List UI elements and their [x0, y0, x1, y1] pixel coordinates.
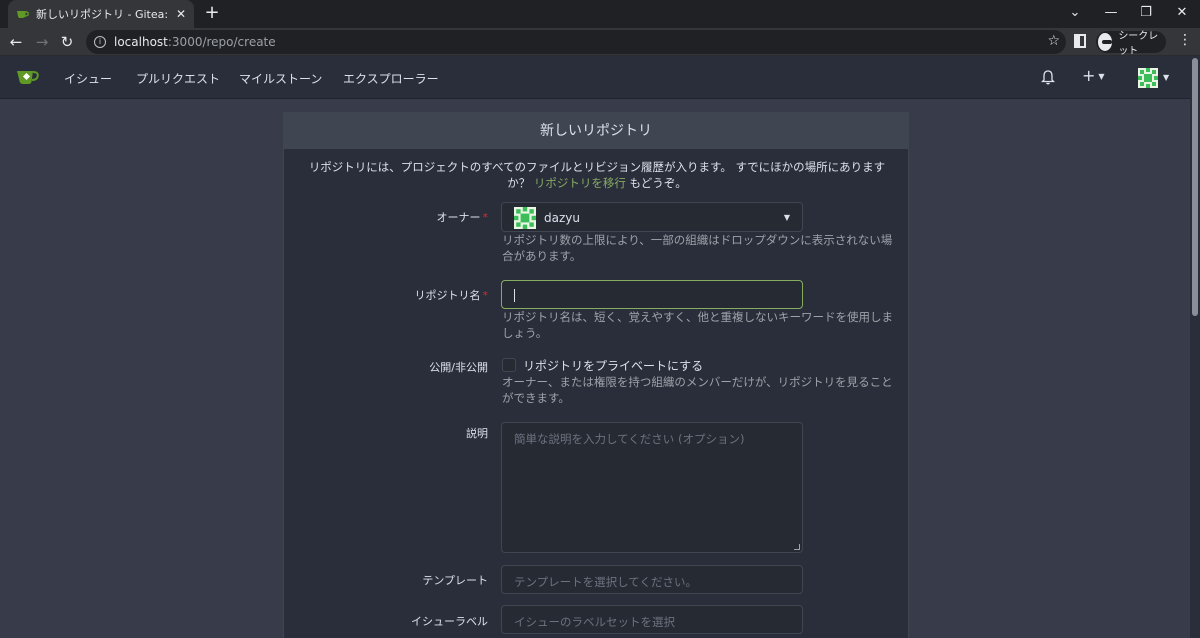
- resize-handle-icon[interactable]: [794, 544, 800, 550]
- browser-tab[interactable]: 新しいリポジトリ - Gitea: Git with a ✕: [8, 0, 194, 28]
- visibility-hint: オーナー、または権限を持つ組織のメンバーだけが、リポジトリを見ることができます。: [502, 375, 893, 405]
- side-panel-icon[interactable]: [1074, 34, 1086, 48]
- scrollbar-thumb[interactable]: [1192, 58, 1198, 316]
- description-textarea[interactable]: 簡単な説明を入力してください (オプション): [501, 422, 803, 553]
- form-intro: リポジトリには、プロジェクトのすべてのファイルとリビジョン履歴が入ります。 すで…: [298, 159, 896, 191]
- new-tab-button[interactable]: +: [203, 4, 221, 22]
- nav-issues[interactable]: イシュー: [64, 70, 112, 87]
- bell-icon[interactable]: [1041, 69, 1055, 85]
- owner-label: オーナー *: [436, 211, 489, 224]
- url-host: localhost: [114, 35, 168, 49]
- new-repo-form: 新しいリポジトリ リポジトリには、プロジェクトのすべてのファイルとリビジョン履歴…: [283, 112, 909, 638]
- issue-labels-label: イシューラベル: [411, 615, 488, 628]
- owner-avatar: [514, 207, 536, 229]
- repo-name-hint: リポジトリ名は、短く、覚えやすく、他と重複しないキーワードを使用しましょう。: [502, 310, 893, 340]
- forward-arrow-icon[interactable]: →: [32, 32, 52, 52]
- create-menu-button[interactable]: + ▼: [1082, 66, 1105, 85]
- browser-menu-icon[interactable]: ⋮: [1178, 32, 1192, 48]
- visibility-label: 公開/非公開: [429, 361, 488, 374]
- page-scrollbar[interactable]: [1190, 56, 1200, 638]
- gitea-logo-icon[interactable]: [16, 68, 40, 86]
- back-arrow-icon[interactable]: ←: [6, 32, 26, 52]
- template-dropdown[interactable]: テンプレートを選択してください。: [501, 565, 803, 594]
- plus-icon: +: [1082, 66, 1096, 85]
- nav-milestones[interactable]: マイルストーン: [239, 70, 322, 87]
- template-label: テンプレート: [422, 574, 488, 587]
- close-window-icon[interactable]: ✕: [1164, 0, 1200, 28]
- private-checkbox[interactable]: [502, 358, 516, 372]
- url-path: :3000/repo/create: [167, 35, 276, 49]
- browser-tab-bar: 新しいリポジトリ - Gitea: Git with a ✕ + ⌄ — ❐ ✕: [0, 0, 1200, 28]
- owner-name: dazyu: [544, 211, 580, 225]
- nav-pull-requests[interactable]: プルリクエスト: [136, 70, 220, 87]
- required-marker: *: [482, 289, 489, 302]
- owner-hint: リポジトリ数の上限により、一部の組織はドロップダウンに表示されない場合があります…: [502, 233, 893, 263]
- nav-explore[interactable]: エクスプローラー: [343, 70, 439, 87]
- repo-name-input[interactable]: [501, 280, 803, 309]
- incognito-indicator[interactable]: シークレット: [1096, 31, 1166, 57]
- description-label: 説明: [466, 427, 488, 440]
- repo-name-label: リポジトリ名 *: [414, 289, 489, 302]
- minimize-icon[interactable]: —: [1093, 0, 1129, 28]
- incognito-label: シークレット: [1118, 31, 1159, 57]
- issue-labels-dropdown[interactable]: イシューのラベルセットを選択: [501, 605, 803, 634]
- chevron-down-icon: ▼: [783, 213, 790, 222]
- address-bar[interactable]: i localhost:3000/repo/create ☆: [86, 30, 1066, 54]
- description-placeholder: 簡単な説明を入力してください (オプション): [514, 432, 745, 446]
- chevron-down-icon: ▼: [1098, 72, 1105, 81]
- migrate-repo-link[interactable]: リポジトリを移行: [534, 176, 626, 190]
- chevron-down-icon[interactable]: ▼: [1163, 73, 1169, 82]
- owner-dropdown[interactable]: dazyu ▼: [501, 202, 803, 232]
- text-cursor: [514, 289, 515, 302]
- tab-search-icon[interactable]: ⌄: [1057, 0, 1093, 28]
- private-checkbox-label[interactable]: リポジトリをプライベートにする: [523, 357, 703, 374]
- tab-title: 新しいリポジトリ - Gitea: Git with a: [36, 8, 172, 21]
- issue-labels-placeholder: イシューのラベルセットを選択: [514, 615, 675, 629]
- tab-close-icon[interactable]: ✕: [176, 7, 186, 21]
- gitea-favicon-icon: [16, 8, 30, 20]
- template-placeholder: テンプレートを選択してください。: [514, 575, 697, 589]
- bookmark-star-icon[interactable]: ☆: [1047, 33, 1060, 49]
- form-title: 新しいリポジトリ: [284, 113, 908, 149]
- intro-suffix: もどうぞ。: [625, 176, 687, 190]
- browser-toolbar: ← → ↻ i localhost:3000/repo/create ☆ シーク…: [0, 28, 1200, 57]
- reload-icon[interactable]: ↻: [57, 32, 77, 52]
- restore-icon[interactable]: ❐: [1128, 0, 1164, 28]
- user-avatar[interactable]: [1138, 68, 1158, 88]
- info-icon[interactable]: i: [94, 36, 106, 48]
- required-marker: *: [482, 211, 489, 224]
- gitea-navbar: イシュー プルリクエスト マイルストーン エクスプローラー + ▼ ▼: [0, 56, 1200, 99]
- incognito-icon: [1098, 33, 1113, 51]
